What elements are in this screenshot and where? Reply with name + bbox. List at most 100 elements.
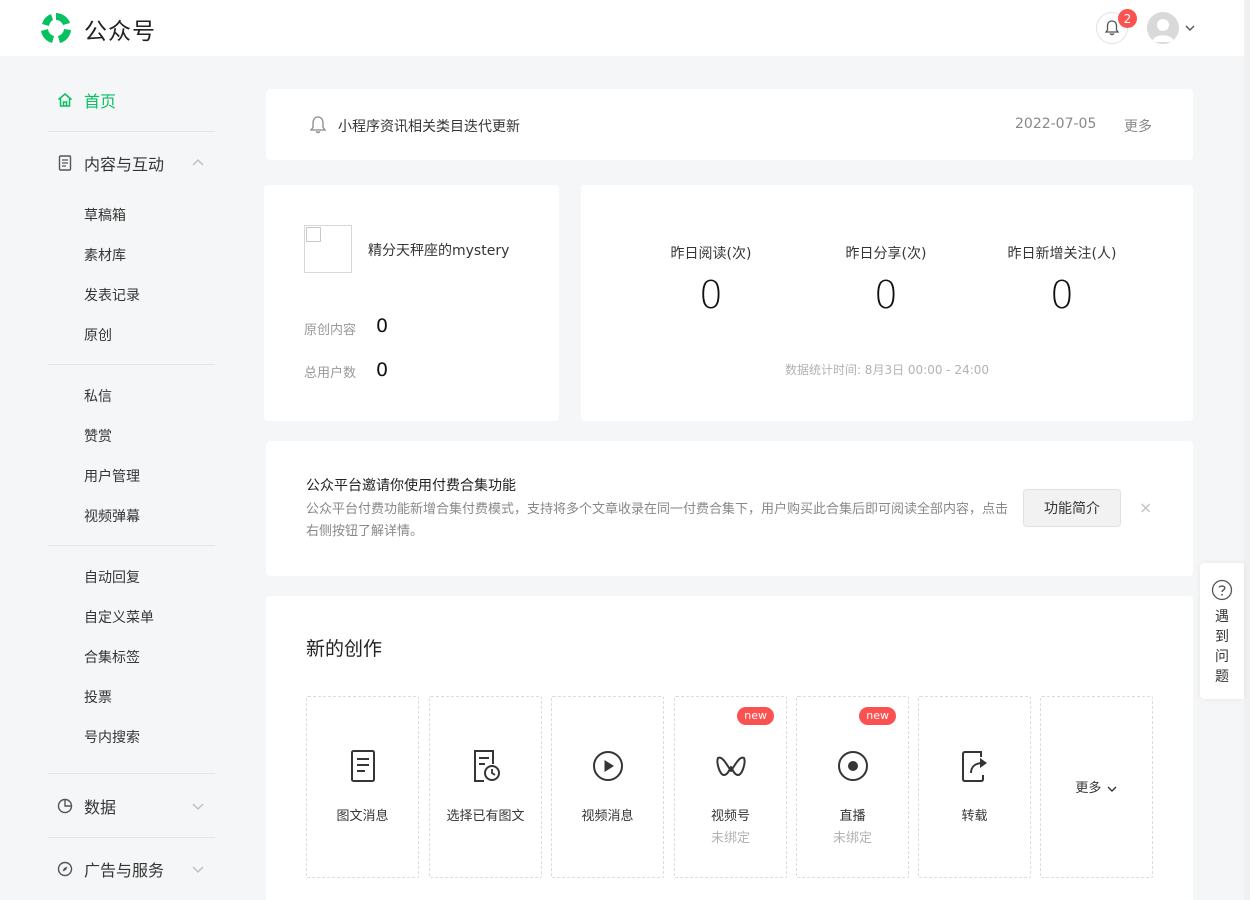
promo-description: 公众平台付费功能新增合集付费模式，支持将多个文章收录在同一付费合集下，用户购买此… [306, 502, 1009, 539]
stat-new-followers: 昨日新增关注(人) 0 [982, 243, 1142, 317]
repost-icon [961, 751, 987, 782]
brand-title: 公众号 [84, 19, 156, 45]
video-play-icon [592, 751, 623, 781]
tile-label: 直播 [839, 809, 866, 824]
create-tile-repost[interactable]: 转载 [918, 696, 1031, 878]
promo-card: 公众平台邀请你使用付费合集功能 公众平台付费功能新增合集付费模式，支持将多个文章… [266, 441, 1193, 576]
notice-more-link[interactable]: 更多 [1124, 116, 1152, 136]
top-bar: 公众号 2 [0, 0, 1250, 56]
chevron-down-icon[interactable] [191, 862, 205, 876]
account-avatar[interactable] [304, 225, 352, 273]
sidebar-item-ads[interactable]: 广告与服务 [56, 858, 164, 880]
total-users-value: 0 [376, 359, 389, 381]
sidebar-divider [48, 131, 215, 132]
chevron-down-icon[interactable] [191, 799, 205, 813]
more-button[interactable]: 更多 [1041, 777, 1152, 796]
sidebar-item-data[interactable]: 数据 [56, 795, 116, 817]
create-tile-channels[interactable]: new 视频号 未绑定 [674, 696, 787, 878]
sidebar-item-label: 首页 [84, 92, 117, 111]
account-name[interactable]: 精分天秤座的mystery [368, 240, 509, 260]
sidebar-item-user-management[interactable]: 用户管理 [84, 466, 140, 486]
user-avatar-icon [1152, 19, 1174, 42]
sidebar-item-video-danmaku[interactable]: 视频弹幕 [84, 506, 140, 526]
notice-card: 小程序资讯相关类目迭代更新 2022-07-05 更多 [266, 89, 1193, 160]
stats-time-note: 数据统计时间: 8月3日 00:00 - 24:00 [784, 363, 990, 377]
sidebar-item-label: 数据 [84, 798, 117, 817]
pie-chart-icon [57, 798, 73, 814]
tile-label: 图文消息 [336, 809, 389, 824]
promo-title: 公众平台邀请你使用付费合集功能 [306, 478, 516, 494]
document-icon [58, 155, 72, 171]
sidebar-item-original[interactable]: 原创 [84, 325, 112, 345]
create-tile-more[interactable]: 更多 [1040, 696, 1153, 878]
tile-label: 视频号 [710, 809, 750, 824]
broken-image-icon [306, 227, 321, 242]
sidebar-item-home[interactable]: 首页 [56, 89, 116, 111]
chevron-up-icon[interactable] [191, 156, 205, 170]
article-icon [350, 750, 375, 782]
sidebar-item-publish-records[interactable]: 发表记录 [84, 285, 140, 305]
compass-icon [57, 861, 73, 877]
create-tile-live[interactable]: new 直播 未绑定 [796, 696, 909, 878]
scrollbar[interactable] [1244, 0, 1250, 900]
existing-article-icon [473, 750, 500, 782]
stat-value: 0 [873, 273, 899, 317]
original-content-label: 原创内容 [304, 323, 357, 338]
tile-label: 视频消息 [581, 809, 634, 824]
chevron-down-icon[interactable] [1184, 22, 1196, 34]
total-users-label: 总用户数 [304, 366, 357, 381]
account-card: 精分天秤座的mystery 原创内容 0 总用户数 0 [264, 185, 559, 421]
live-icon [837, 751, 868, 781]
close-icon[interactable]: × [1139, 498, 1152, 517]
sidebar-item-drafts[interactable]: 草稿箱 [84, 205, 126, 225]
tile-status: 未绑定 [710, 831, 750, 846]
sidebar-item-messages[interactable]: 私信 [84, 386, 112, 406]
stat-value: 0 [698, 273, 724, 317]
sidebar-item-materials[interactable]: 素材库 [84, 245, 126, 265]
notice-link[interactable]: 小程序资讯相关类目迭代更新 [338, 116, 520, 136]
stat-shares: 昨日分享(次) 0 [806, 243, 966, 317]
sidebar-item-label: 广告与服务 [84, 861, 165, 880]
new-badge: new [859, 707, 896, 725]
feature-intro-button[interactable]: 功能简介 [1023, 489, 1121, 527]
sidebar-item-custom-menu[interactable]: 自定义菜单 [84, 607, 154, 627]
stat-label: 昨日新增关注(人) [1007, 246, 1117, 262]
create-tile-video[interactable]: 视频消息 [551, 696, 664, 878]
home-icon [58, 93, 72, 107]
sidebar-item-auto-reply[interactable]: 自动回复 [84, 567, 140, 587]
logo-icon [41, 13, 71, 43]
help-float-button[interactable]: 遇到问题 [1200, 563, 1244, 699]
create-section-title: 新的创作 [306, 638, 383, 660]
sidebar-divider [48, 364, 215, 365]
help-label: 遇到问题 [1215, 609, 1229, 685]
question-icon [1211, 579, 1233, 601]
stat-label: 昨日分享(次) [845, 246, 927, 262]
channels-icon [716, 756, 745, 776]
chevron-down-icon [1107, 786, 1117, 792]
tile-status: 未绑定 [832, 831, 872, 846]
original-content-value: 0 [376, 315, 389, 337]
sidebar-item-label: 内容与互动 [84, 155, 165, 174]
stats-card: 昨日阅读(次) 0 昨日分享(次) 0 昨日新增关注(人) 0 数据统计时间: … [581, 185, 1193, 421]
tile-label: 转载 [961, 809, 988, 824]
bell-icon [309, 116, 327, 134]
new-badge: new [737, 707, 774, 725]
stat-label: 昨日阅读(次) [670, 246, 752, 262]
sidebar-item-search[interactable]: 号内搜索 [84, 727, 140, 747]
stat-reads: 昨日阅读(次) 0 [631, 243, 791, 317]
sidebar: 首页 内容与互动 草稿箱 素材库 发表记录 原创 私信 赞赏 用户管理 视频弹幕… [0, 56, 240, 900]
avatar[interactable] [1147, 12, 1179, 44]
create-tile-existing-article[interactable]: 选择已有图文 [429, 696, 542, 878]
sidebar-item-content[interactable]: 内容与互动 [56, 152, 164, 174]
sidebar-divider [48, 545, 215, 546]
create-tile-article[interactable]: 图文消息 [306, 696, 419, 878]
sidebar-item-collection-tags[interactable]: 合集标签 [84, 647, 140, 667]
sidebar-divider [48, 773, 215, 774]
stat-value: 0 [1049, 273, 1075, 317]
sidebar-divider [48, 837, 215, 838]
tile-label: 选择已有图文 [446, 809, 525, 824]
create-card: 新的创作 图文消息 选择已有图文 视频消息 new 视频号 未绑定 new 直播… [266, 596, 1193, 900]
sidebar-item-vote[interactable]: 投票 [84, 687, 112, 707]
notice-date: 2022-07-05 [1015, 116, 1097, 132]
sidebar-item-rewards[interactable]: 赞赏 [84, 426, 112, 446]
